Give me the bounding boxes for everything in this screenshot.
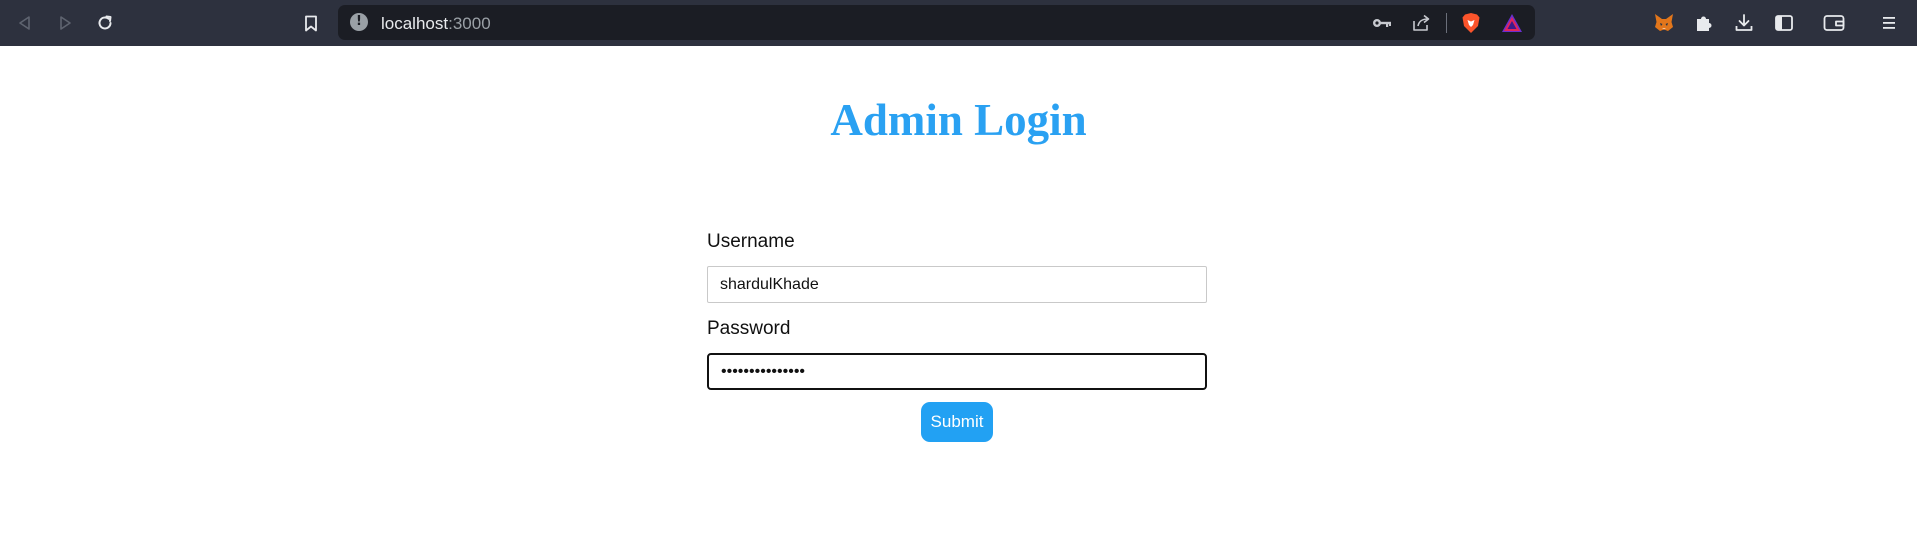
key-icon[interactable] (1371, 12, 1393, 34)
wallet-icon[interactable] (1821, 10, 1847, 36)
password-input[interactable] (707, 353, 1207, 390)
back-arrow-icon (17, 15, 33, 31)
url-port: :3000 (448, 14, 491, 33)
sidebar-icon[interactable] (1771, 10, 1797, 36)
share-icon[interactable] (1410, 12, 1432, 34)
puzzle-icon[interactable] (1691, 10, 1717, 36)
metamask-fox-icon[interactable] (1651, 10, 1677, 36)
bookmark-button[interactable] (298, 10, 324, 36)
address-bar[interactable]: ! localhost:3000 (338, 5, 1535, 40)
page-title: Admin Login (830, 95, 1087, 145)
submit-button[interactable]: Submit (921, 402, 993, 442)
username-input[interactable] (707, 266, 1207, 303)
url-text[interactable]: localhost:3000 (381, 14, 491, 34)
download-icon[interactable] (1731, 10, 1757, 36)
brave-rewards-icon[interactable] (1501, 12, 1523, 34)
password-label: Password (707, 318, 791, 339)
forward-button[interactable] (52, 10, 78, 36)
bookmark-icon (304, 15, 318, 32)
reload-icon (96, 14, 114, 32)
username-label: Username (707, 231, 795, 252)
hamburger-menu-icon[interactable] (1876, 10, 1902, 36)
login-form: Username Password Submit (707, 228, 1207, 442)
reload-button[interactable] (92, 10, 118, 36)
browser-toolbar: ! localhost:3000 (0, 0, 1917, 46)
url-host: localhost (381, 14, 449, 33)
forward-arrow-icon (57, 15, 73, 31)
address-separator (1446, 13, 1447, 33)
back-button[interactable] (12, 10, 38, 36)
brave-shield-icon[interactable] (1460, 12, 1482, 34)
site-info-icon[interactable]: ! (350, 13, 368, 31)
